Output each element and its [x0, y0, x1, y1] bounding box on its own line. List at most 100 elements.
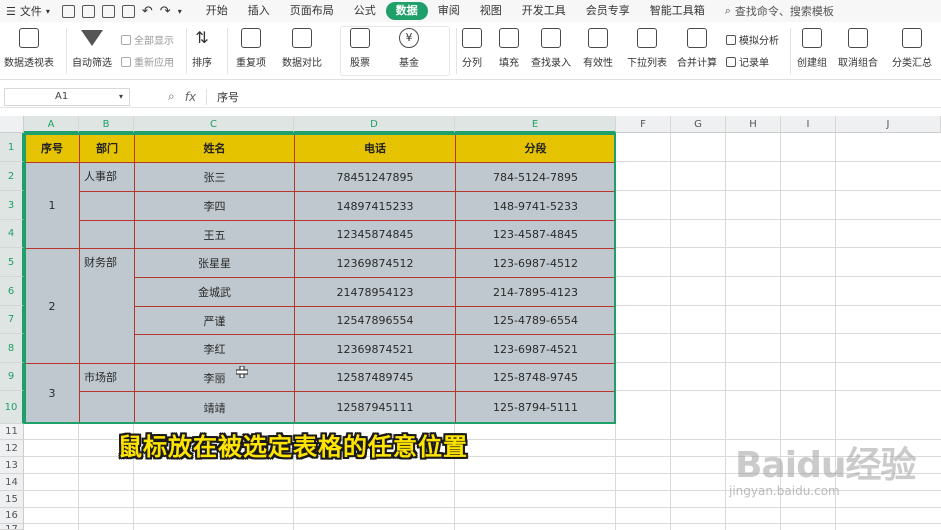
row-header-13[interactable]: 13 [0, 457, 24, 474]
file-menu[interactable]: ☰ 文件 ▾ [0, 0, 56, 22]
subtotal-button[interactable]: 分类汇总 [892, 28, 932, 69]
tab-page-layout[interactable]: 页面布局 [280, 2, 344, 20]
row-header-7[interactable]: 7 [0, 306, 24, 334]
column-header-e[interactable]: E [455, 116, 616, 133]
row-header-1[interactable]: 1 [0, 133, 24, 162]
segment-cell[interactable]: 125-8794-5111 [455, 391, 616, 424]
command-search[interactable]: ⌕ 查找命令、搜索模板 [725, 3, 834, 19]
name-cell[interactable]: 张三 [134, 162, 295, 192]
name-cell[interactable]: 李丽 [134, 363, 295, 392]
column-header-b[interactable]: B [79, 116, 134, 133]
name-cell[interactable]: 严谨 [134, 306, 295, 335]
dropdown-list-button[interactable]: 下拉列表 [627, 28, 667, 69]
column-header-j[interactable]: J [836, 116, 941, 133]
phone-cell[interactable]: 12587945111 [294, 391, 456, 424]
merged-index-cell[interactable]: 2 [24, 248, 80, 364]
export-pdf-icon[interactable] [81, 4, 95, 18]
phone-cell[interactable]: 14897415233 [294, 191, 456, 221]
tab-developer[interactable]: 开发工具 [512, 2, 576, 20]
split-column-button[interactable]: 分列 [462, 28, 482, 69]
name-cell[interactable]: 金城武 [134, 277, 295, 307]
header-cell-segment[interactable]: 分段 [455, 133, 616, 163]
consolidate-button[interactable]: 合并计算 [677, 28, 717, 69]
row-header-4[interactable]: 4 [0, 220, 24, 248]
column-header-a[interactable]: A [24, 116, 79, 133]
phone-cell[interactable]: 12547896554 [294, 306, 456, 335]
header-cell-department[interactable]: 部门 [79, 133, 135, 163]
formula-input[interactable]: 序号 [217, 89, 239, 105]
department-cell[interactable] [79, 220, 135, 249]
department-cell[interactable]: 市场部 [79, 363, 135, 392]
department-cell[interactable]: 财务部 [79, 248, 135, 364]
name-cell[interactable]: 王五 [134, 220, 295, 249]
row-header-3[interactable]: 3 [0, 191, 24, 220]
name-cell[interactable]: 李四 [134, 191, 295, 221]
undo-icon[interactable]: ↶ [142, 4, 153, 19]
column-header-h[interactable]: H [726, 116, 781, 133]
more-icon[interactable]: ▾ [178, 7, 182, 16]
print-preview-icon[interactable] [121, 4, 135, 18]
row-header-5[interactable]: 5 [0, 248, 24, 277]
sort-button[interactable]: ⇅ 排序 [192, 28, 212, 69]
tab-insert[interactable]: 插入 [238, 2, 280, 20]
fx-button[interactable]: fx [185, 90, 196, 104]
pivot-table-button[interactable]: 数据透视表 [4, 28, 54, 69]
fill-button[interactable]: 填充 [499, 28, 519, 69]
validity-button[interactable]: 有效性 [583, 28, 613, 69]
phone-cell[interactable]: 12345874845 [294, 220, 456, 249]
header-cell-name[interactable]: 姓名 [134, 133, 295, 163]
column-header-i[interactable]: I [781, 116, 836, 133]
tab-member[interactable]: 会员专享 [576, 2, 640, 20]
row-header-2[interactable]: 2 [0, 162, 24, 191]
tab-smart-tools[interactable]: 智能工具箱 [640, 2, 715, 20]
show-all-button[interactable]: 全部显示 [121, 32, 174, 47]
segment-cell[interactable]: 123-6987-4512 [455, 248, 616, 278]
row-header-11[interactable]: 11 [0, 424, 24, 440]
segment-cell[interactable]: 148-9741-5233 [455, 191, 616, 221]
segment-cell[interactable]: 784-5124-7895 [455, 162, 616, 192]
column-header-c[interactable]: C [134, 116, 294, 133]
lookup-entry-button[interactable]: 查找录入 [531, 28, 571, 69]
name-cell[interactable]: 李红 [134, 334, 295, 364]
header-cell-index[interactable]: 序号 [24, 133, 80, 163]
tab-formulas[interactable]: 公式 [344, 2, 386, 20]
row-header-17[interactable]: 17 [0, 524, 24, 530]
data-compare-button[interactable]: 数据对比 [282, 28, 322, 69]
print-icon[interactable] [101, 4, 115, 18]
simulation-analysis-button[interactable]: 模拟分析 [726, 32, 779, 47]
phone-cell[interactable]: 78451247895 [294, 162, 456, 192]
row-header-8[interactable]: 8 [0, 334, 24, 363]
stock-button[interactable]: 股票 [350, 28, 370, 69]
segment-cell[interactable]: 123-6987-4521 [455, 334, 616, 364]
phone-cell[interactable]: 12369874512 [294, 248, 456, 278]
segment-cell[interactable]: 214-7895-4123 [455, 277, 616, 307]
merged-index-cell[interactable]: 1 [24, 162, 80, 249]
tab-review[interactable]: 审阅 [428, 2, 470, 20]
department-cell[interactable] [79, 391, 135, 424]
name-cell[interactable]: 靖靖 [134, 391, 295, 424]
column-header-d[interactable]: D [294, 116, 455, 133]
segment-cell[interactable]: 123-4587-4845 [455, 220, 616, 249]
row-header-16[interactable]: 16 [0, 508, 24, 524]
duplicates-button[interactable]: 重复项 [236, 28, 266, 69]
name-box[interactable]: A1 ▾ [4, 87, 130, 106]
merged-index-cell[interactable]: 3 [24, 363, 80, 424]
tab-view[interactable]: 视图 [470, 2, 512, 20]
redo-icon[interactable]: ↷ [160, 4, 171, 19]
fund-button[interactable]: ¥ 基金 [399, 28, 419, 69]
phone-cell[interactable]: 12587489745 [294, 363, 456, 392]
zoom-icon[interactable]: ⌕ [168, 89, 175, 104]
row-header-10[interactable]: 10 [0, 391, 24, 424]
record-form-button[interactable]: 记录单 [726, 54, 769, 69]
column-header-f[interactable]: F [616, 116, 671, 133]
column-header-g[interactable]: G [671, 116, 726, 133]
select-all-corner[interactable] [0, 116, 24, 133]
header-cell-phone[interactable]: 电话 [294, 133, 456, 163]
ungroup-button[interactable]: 取消组合 [838, 28, 878, 69]
row-header-6[interactable]: 6 [0, 277, 24, 306]
save-icon[interactable] [61, 4, 75, 18]
row-header-9[interactable]: 9 [0, 363, 24, 391]
tab-home[interactable]: 开始 [196, 2, 238, 20]
department-cell[interactable]: 人事部 [79, 162, 135, 192]
tab-data[interactable]: 数据 [385, 2, 428, 20]
